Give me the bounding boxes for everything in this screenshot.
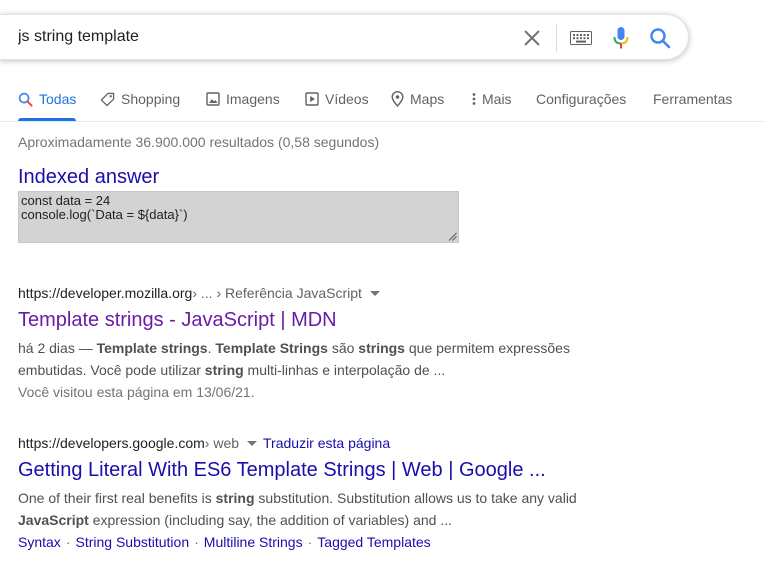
tab-shopping[interactable]: Shopping (100, 88, 180, 110)
snippet-text: substitution. Substitution allows us to … (254, 490, 577, 506)
tab-label: Imagens (226, 91, 280, 107)
snippet-text: expression (including say, the addition … (88, 512, 452, 528)
tabs-divider (0, 121, 765, 122)
tab-ferramentas[interactable]: Ferramentas (653, 88, 732, 110)
location-pin-icon (391, 91, 404, 107)
chevron-down-icon[interactable] (369, 290, 380, 296)
tab-label: Ferramentas (653, 91, 733, 107)
sitelink-syntax[interactable]: Syntax (18, 534, 61, 550)
snippet-highlight: strings (358, 340, 405, 356)
tab-maps[interactable]: Maps (391, 88, 444, 110)
code-snippet-box[interactable]: const data = 24 console.log(`Data = ${da… (18, 191, 459, 243)
snippet-text: que permitem expressões (404, 340, 570, 356)
result-snippet-line: JavaScript expression (including say, th… (18, 509, 452, 531)
result-stats: Aproximadamente 36.900.000 resultados (0… (18, 134, 380, 150)
search-box-divider (556, 24, 557, 52)
result-snippet-line: há 2 dias — Template strings. Template S… (18, 337, 570, 359)
result-breadcrumb: › ... › Referência JavaScript (192, 285, 362, 301)
tab-mais[interactable]: Mais (472, 88, 512, 110)
search-icon (18, 92, 33, 107)
tab-todas[interactable]: Todas (18, 88, 76, 110)
translate-page-link[interactable]: Traduzir esta página (263, 435, 390, 451)
keyboard-icon (570, 31, 592, 45)
image-icon (206, 92, 220, 106)
sitelink-string-substitution[interactable]: String Substitution (75, 534, 189, 550)
result-url: https://developer.mozilla.org › ... › Re… (18, 285, 380, 301)
keyboard-button[interactable] (566, 24, 596, 52)
microphone-icon (613, 27, 629, 49)
result-url: https://developers.google.com › web Trad… (18, 435, 390, 451)
sitelink-tagged-templates[interactable]: Tagged Templates (317, 534, 430, 550)
tab-videos[interactable]: Vídeos (305, 88, 369, 110)
code-line: console.log(`Data = ${data}`) (21, 207, 188, 222)
tag-icon (100, 92, 115, 106)
sitelink-multiline-strings[interactable]: Multiline Strings (204, 534, 303, 550)
snippet-text: embutidas. Você pode utilizar (18, 362, 205, 378)
tab-label: Maps (410, 91, 445, 107)
result-domain: https://developer.mozilla.org (18, 285, 193, 301)
snippet-text: são (327, 340, 359, 356)
snippet-text: há 2 dias — (18, 340, 97, 356)
clear-search-button[interactable] (518, 24, 546, 52)
result-snippet-line: One of their first real benefits is stri… (18, 487, 577, 509)
snippet-text: multi-linhas e interpolação de ... (243, 362, 446, 378)
tab-label: Vídeos (325, 91, 369, 107)
tab-label: Configurações (536, 91, 627, 107)
search-input[interactable] (18, 26, 498, 48)
visited-note: Você visitou esta página em 13/06/21. (18, 384, 255, 400)
voice-search-button[interactable] (609, 24, 633, 52)
close-icon (524, 30, 540, 46)
search-icon (650, 28, 671, 49)
more-vertical-icon (472, 93, 476, 105)
tab-label: Shopping (121, 91, 181, 107)
snippet-highlight: string (215, 490, 255, 506)
search-button[interactable] (646, 24, 674, 52)
tab-label: Mais (482, 91, 512, 107)
sitelink-separator: · (194, 534, 199, 550)
result-domain: https://developers.google.com (18, 435, 205, 451)
snippet-highlight: JavaScript (18, 512, 89, 528)
indexed-answer-title[interactable]: Indexed answer (18, 166, 159, 189)
sitelink-separator: · (65, 534, 71, 550)
tab-configuracoes[interactable]: Configurações (536, 88, 626, 110)
tab-imagens[interactable]: Imagens (206, 88, 280, 110)
sitelink-separator: · (307, 534, 313, 550)
snippet-text: One of their first real benefits is (18, 490, 216, 506)
code-line: const data = 24 (21, 193, 111, 208)
result-snippet-line: embutidas. Você pode utilizar string mul… (18, 359, 445, 381)
result-title-link[interactable]: Getting Literal With ES6 Template String… (18, 459, 546, 482)
resize-handle-icon[interactable] (448, 232, 457, 241)
sitelinks: Syntax · String Substitution · Multiline Str… (18, 534, 431, 550)
snippet-highlight: string (204, 362, 244, 378)
chevron-down-icon[interactable] (247, 440, 258, 446)
play-icon (305, 92, 319, 106)
snippet-highlight: Template Strings (215, 340, 328, 356)
result-title-link[interactable]: Template strings - JavaScript | MDN (18, 309, 337, 332)
tab-label: Todas (39, 91, 77, 107)
snippet-highlight: Template strings (96, 340, 208, 356)
result-breadcrumb: › web (204, 435, 240, 451)
